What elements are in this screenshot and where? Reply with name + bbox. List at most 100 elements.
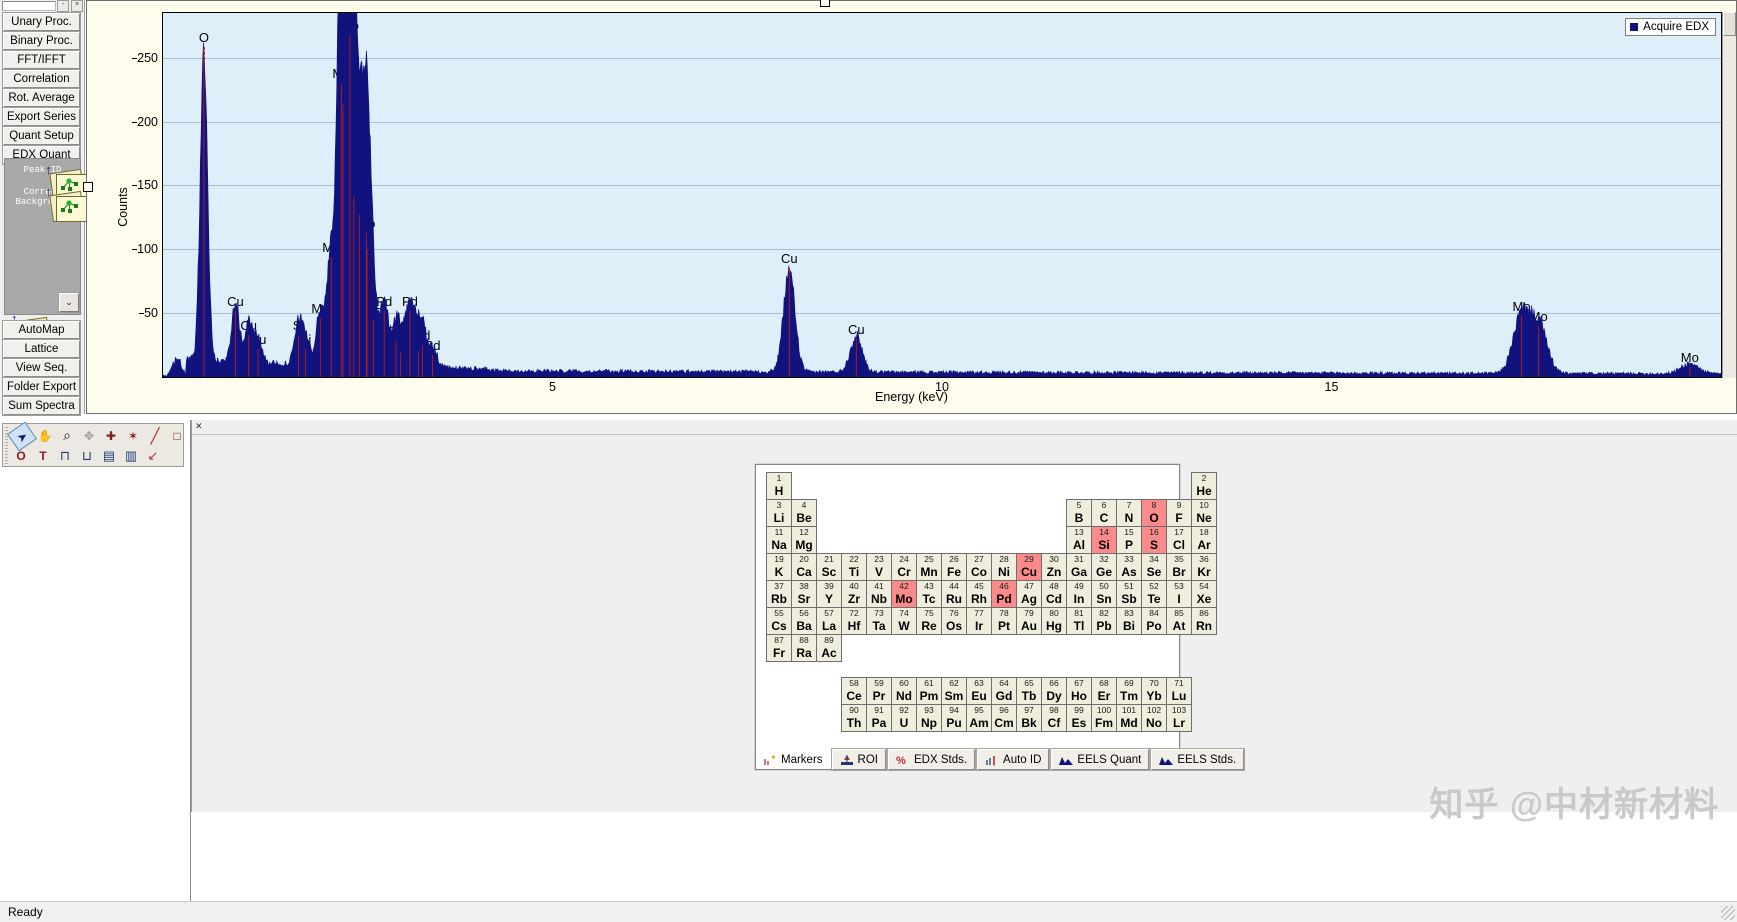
element-cell-th[interactable]: 90 Th — [841, 704, 867, 733]
element-cell-o[interactable]: 8O — [1141, 499, 1167, 527]
element-cell-xe[interactable]: 54 Xe — [1191, 580, 1217, 608]
ruler-tool-icon[interactable]: ▤ — [99, 446, 119, 465]
element-cell-pr[interactable]: 59 Pr — [866, 677, 892, 706]
element-cell-f[interactable]: 9F — [1166, 499, 1192, 527]
element-cell-in[interactable]: 49 In — [1066, 580, 1092, 608]
element-cell-s[interactable]: 16 S — [1141, 526, 1167, 554]
element-cell-cr[interactable]: 24 Cr — [891, 553, 917, 581]
element-cell-la[interactable]: 57 La — [816, 607, 842, 635]
point-marker-icon[interactable]: ✶ — [123, 426, 143, 445]
element-cell-rn[interactable]: 86 Rn — [1191, 607, 1217, 635]
element-cell-lu[interactable]: 71 Lu — [1166, 677, 1192, 706]
element-cell-he[interactable]: 2 He — [1191, 472, 1217, 500]
move-crosshair-icon[interactable]: ✥ — [79, 426, 99, 445]
element-cell-ga[interactable]: 31 Ga — [1066, 553, 1092, 581]
element-cell-ru[interactable]: 44 Ru — [941, 580, 967, 608]
element-cell-h[interactable]: 1H — [766, 472, 792, 500]
text-tool-icon[interactable]: T — [33, 446, 53, 465]
button-automap[interactable]: AutoMap — [2, 320, 81, 340]
element-cell-sr[interactable]: 38 Sr — [791, 580, 817, 608]
element-cell-si[interactable]: 14 Si — [1091, 526, 1117, 554]
element-cell-am[interactable]: 95 Am — [966, 704, 992, 733]
element-cell-cf[interactable]: 98 Cf — [1041, 704, 1067, 733]
element-cell-te[interactable]: 52 Te — [1141, 580, 1167, 608]
tab-eels-quant[interactable]: EELS Quant — [1050, 748, 1151, 771]
palette-minimize-button[interactable]: - — [57, 0, 69, 12]
element-cell-cm[interactable]: 96 Cm — [991, 704, 1017, 733]
spectrum-picker-icon[interactable]: ⊓ — [55, 446, 75, 465]
element-cell-tl[interactable]: 81 Tl — [1066, 607, 1092, 635]
element-cell-bi[interactable]: 83 Bi — [1116, 607, 1142, 635]
palette-drag-slot[interactable] — [2, 1, 56, 11]
element-cell-c[interactable]: 6C — [1091, 499, 1117, 527]
element-cell-fe[interactable]: 26 Fe — [941, 553, 967, 581]
button-binary-proc[interactable]: Binary Proc. — [2, 31, 81, 51]
element-cell-zr[interactable]: 40 Zr — [841, 580, 867, 608]
element-cell-u[interactable]: 92 U — [891, 704, 917, 733]
element-cell-ba[interactable]: 56 Ba — [791, 607, 817, 635]
element-cell-bk[interactable]: 97 Bk — [1016, 704, 1042, 733]
element-cell-no[interactable]: 102 No — [1141, 704, 1167, 733]
element-cell-pa[interactable]: 91 Pa — [866, 704, 892, 733]
window-handle-left[interactable] — [83, 182, 93, 192]
spectrum-range-icon[interactable]: ⊔ — [77, 446, 97, 465]
element-cell-cs[interactable]: 55 Cs — [766, 607, 792, 635]
element-cell-na[interactable]: 11 Na — [766, 526, 792, 554]
element-cell-ne[interactable]: 10 Ne — [1191, 499, 1217, 527]
element-cell-lr[interactable]: 103 Lr — [1166, 704, 1192, 733]
element-cell-fr[interactable]: 87 Fr — [766, 634, 792, 662]
element-cell-yb[interactable]: 70 Yb — [1141, 677, 1167, 706]
element-cell-pd[interactable]: 46 Pd — [991, 580, 1017, 608]
element-cell-w[interactable]: 74 W — [891, 607, 917, 635]
element-cell-kr[interactable]: 36 Kr — [1191, 553, 1217, 581]
element-cell-co[interactable]: 27 Co — [966, 553, 992, 581]
element-cell-ti[interactable]: 22 Ti — [841, 553, 867, 581]
element-cell-hf[interactable]: 72 Hf — [841, 607, 867, 635]
element-cell-ra[interactable]: 88 Ra — [791, 634, 817, 662]
chart-vertical-scrollbar[interactable] — [1722, 12, 1736, 378]
oval-tool-icon[interactable]: O — [11, 446, 31, 465]
element-cell-os[interactable]: 76 Os — [941, 607, 967, 635]
palette-titlebar[interactable]: - × — [0, 0, 84, 12]
element-cell-ar[interactable]: 18 Ar — [1191, 526, 1217, 554]
element-cell-ge[interactable]: 32 Ge — [1091, 553, 1117, 581]
element-cell-hg[interactable]: 80 Hg — [1041, 607, 1067, 635]
element-cell-v[interactable]: 23 V — [866, 553, 892, 581]
element-cell-sc[interactable]: 21 Sc — [816, 553, 842, 581]
element-cell-cd[interactable]: 48 Cd — [1041, 580, 1067, 608]
button-view-seq[interactable]: View Seq. — [2, 358, 81, 378]
rectangle-tool-icon[interactable]: □ — [167, 426, 187, 445]
element-cell-rh[interactable]: 45 Rh — [966, 580, 992, 608]
element-cell-pb[interactable]: 82 Pb — [1091, 607, 1117, 635]
element-cell-rb[interactable]: 37 Rb — [766, 580, 792, 608]
element-cell-eu[interactable]: 63 Eu — [966, 677, 992, 706]
element-cell-ta[interactable]: 73 Ta — [866, 607, 892, 635]
button-correlation[interactable]: Correlation — [2, 69, 81, 89]
element-cell-er[interactable]: 68 Er — [1091, 677, 1117, 706]
element-cell-zn[interactable]: 30 Zn — [1041, 553, 1067, 581]
button-export-series[interactable]: Export Series — [2, 107, 81, 127]
palette-expand-dropdown[interactable]: ⌄ — [58, 292, 80, 313]
tab-markers[interactable]: ✦ Markers — [756, 749, 830, 770]
ruler-measure-icon[interactable]: ▥ — [121, 446, 141, 465]
chart-scrollbar-thumb[interactable] — [1723, 12, 1736, 36]
palette-close-button[interactable]: × — [71, 0, 83, 12]
element-cell-es[interactable]: 99 Es — [1066, 704, 1092, 733]
window-handle-top[interactable] — [820, 0, 830, 7]
element-cell-ce[interactable]: 58 Ce — [841, 677, 867, 706]
element-cell-po[interactable]: 84 Po — [1141, 607, 1167, 635]
element-cell-gd[interactable]: 64 Gd — [991, 677, 1017, 706]
element-cell-tm[interactable]: 69 Tm — [1116, 677, 1142, 706]
element-cell-md[interactable]: 101 Md — [1116, 704, 1142, 733]
element-cell-dy[interactable]: 66 Dy — [1041, 677, 1067, 706]
element-cell-li[interactable]: 3 Li — [766, 499, 792, 527]
element-cell-b[interactable]: 5B — [1066, 499, 1092, 527]
element-cell-be[interactable]: 4 Be — [791, 499, 817, 527]
element-cell-ca[interactable]: 20 Ca — [791, 553, 817, 581]
element-cell-tc[interactable]: 43 Tc — [916, 580, 942, 608]
element-cell-br[interactable]: 35 Br — [1166, 553, 1192, 581]
resize-grip[interactable] — [1721, 906, 1735, 920]
element-cell-au[interactable]: 79 Au — [1016, 607, 1042, 635]
element-cell-se[interactable]: 34 Se — [1141, 553, 1167, 581]
element-cell-nb[interactable]: 41 Nb — [866, 580, 892, 608]
